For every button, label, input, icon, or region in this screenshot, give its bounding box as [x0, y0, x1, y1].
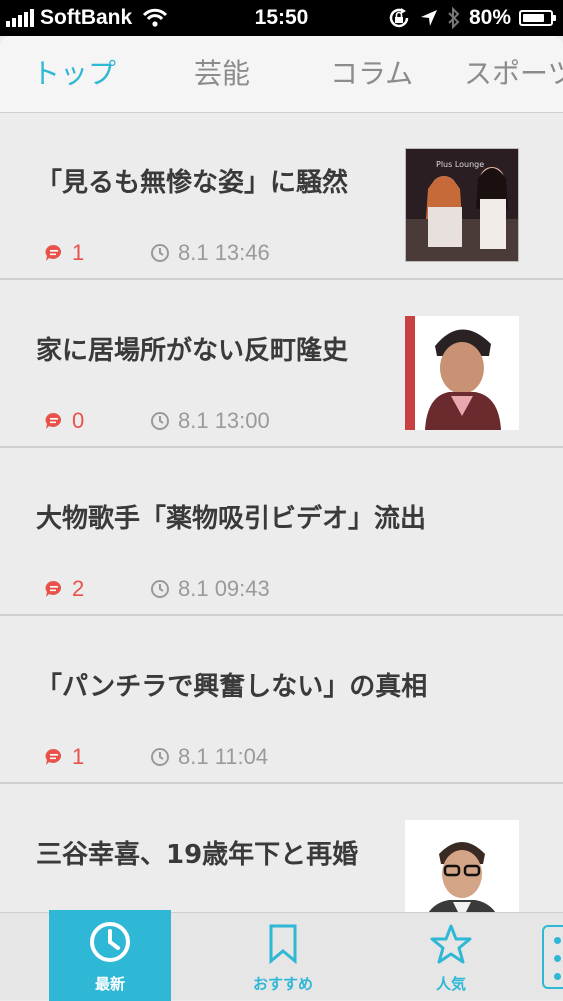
nav-popular-label: 人気 — [435, 975, 466, 993]
comment-number: 1 — [72, 744, 85, 769]
clock-icon — [90, 922, 130, 962]
rotation-lock-icon — [389, 8, 409, 28]
article-title: 「パンチラで興奮しない」の真相 — [36, 672, 428, 702]
bluetooth-icon — [448, 7, 460, 29]
article-thumbnail — [405, 316, 519, 430]
clock-icon — [151, 748, 169, 766]
comment-count: 1 — [44, 240, 150, 266]
article-title: 大物歌手「薬物吸引ビデオ」流出 — [36, 504, 427, 534]
battery-percent: 80% — [468, 6, 511, 29]
comment-icon — [45, 580, 62, 597]
comment-count: 2 — [44, 576, 150, 602]
tab-entertainment[interactable]: 芸能 — [194, 36, 250, 112]
tab-column[interactable]: コラム — [330, 36, 413, 112]
comment-icon — [45, 748, 62, 765]
comment-number: 0 — [72, 408, 85, 433]
comment-icon — [45, 412, 62, 429]
article-list: 「見るも無惨な姿」に騒然 Plus Lounge 1 8.1 13:46 家に居… — [0, 112, 563, 952]
article-title: 「見るも無惨な姿」に騒然 — [36, 168, 349, 198]
article-title: 家に居場所がない反町隆史 — [36, 336, 349, 366]
article-time: 8.1 13:46 — [150, 240, 270, 266]
article-thumbnail: Plus Lounge — [405, 148, 519, 262]
article-time: 8.1 11:04 — [150, 744, 268, 770]
timestamp: 8.1 09:43 — [178, 576, 270, 601]
comment-number: 2 — [72, 576, 85, 601]
status-bar: SoftBank 15:50 80% — [0, 0, 563, 36]
article-item[interactable]: 「見るも無惨な姿」に騒然 Plus Lounge 1 8.1 13:46 — [0, 112, 563, 280]
tab-sports[interactable]: スポーツ — [464, 36, 563, 112]
nav-popular[interactable]: 人気 — [390, 913, 512, 1001]
nav-recommended-label: おすすめ — [252, 975, 313, 993]
article-item[interactable]: 家に居場所がない反町隆史 0 8.1 13:00 — [0, 280, 563, 448]
timestamp: 8.1 11:04 — [178, 744, 269, 769]
article-item[interactable]: 大物歌手「薬物吸引ビデオ」流出 2 8.1 09:43 — [0, 448, 563, 616]
article-item[interactable]: 「パンチラで興奮しない」の真相 1 8.1 11:04 — [0, 616, 563, 784]
article-time: 8.1 09:43 — [150, 576, 270, 602]
comment-icon — [45, 244, 62, 261]
clock-icon — [151, 244, 169, 262]
timestamp: 8.1 13:46 — [178, 240, 270, 265]
nav-latest[interactable]: 最新 — [49, 910, 171, 1001]
article-time: 8.1 13:00 — [150, 408, 270, 434]
comment-count: 0 — [44, 408, 150, 434]
timestamp: 8.1 13:00 — [178, 408, 270, 433]
comment-number: 1 — [72, 240, 85, 265]
clock-icon — [151, 580, 169, 598]
nav-latest-label: 最新 — [94, 975, 125, 993]
star-icon — [430, 924, 472, 964]
comment-count: 1 — [44, 744, 150, 770]
battery-icon — [519, 10, 556, 26]
nav-recommended[interactable]: おすすめ — [222, 913, 344, 1001]
bookmark-icon — [269, 924, 297, 965]
tab-top[interactable]: トップ — [32, 36, 116, 112]
clock-icon — [151, 412, 169, 430]
more-menu-button[interactable] — [542, 925, 563, 989]
article-title: 三谷幸喜、19歳年下と再婚 — [36, 840, 359, 870]
category-tabs: トップ 芸能 コラム スポーツ — [0, 36, 563, 113]
thumbnail-sign: Plus Lounge — [436, 160, 484, 169]
location-icon — [420, 10, 437, 26]
bottom-nav: 最新 おすすめ 人気 — [0, 910, 563, 1001]
